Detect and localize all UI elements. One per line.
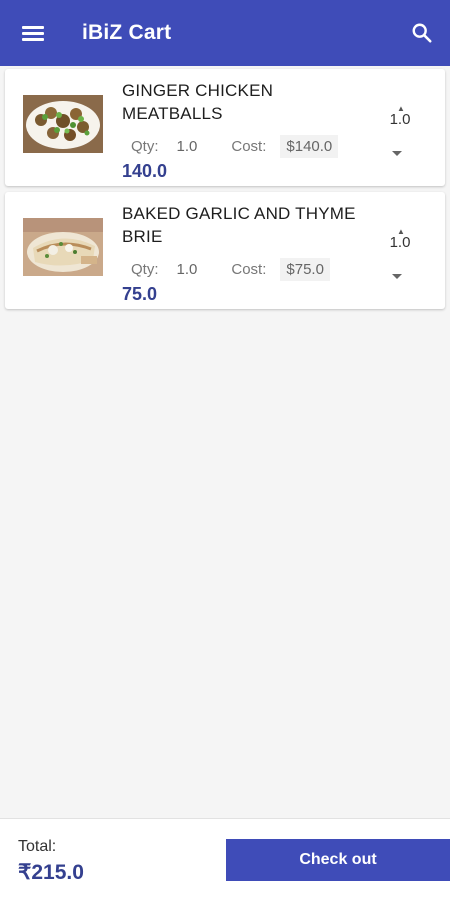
stepper-value: 1.0: [389, 111, 411, 128]
dropdown-arrow-icon[interactable]: [392, 274, 402, 279]
search-icon: [412, 23, 432, 43]
checkout-button[interactable]: Check out: [226, 839, 450, 881]
item-meta: Qty: 1.0 Cost: $75.0: [122, 256, 330, 282]
cost-label: Cost:: [231, 260, 267, 278]
item-image: [23, 218, 103, 276]
menu-button[interactable]: [0, 0, 66, 66]
item-meta: Qty: 1.0 Cost: $140.0: [122, 133, 339, 159]
total-label: Total:: [18, 838, 57, 855]
cost-label: Cost:: [231, 137, 267, 155]
menu-icon: [22, 23, 44, 44]
search-button[interactable]: [406, 17, 438, 49]
stepper-value: 1.0: [389, 234, 411, 251]
app-title: iBiZ Cart: [82, 21, 172, 44]
checkout-bar: Total: ₹215.0 Check out: [0, 818, 450, 900]
cost-value: $75.0: [280, 257, 330, 281]
app-bar: iBiZ Cart: [0, 0, 450, 66]
item-name: GINGER CHICKEN MEATBALLS: [122, 81, 274, 123]
qty-label: Qty:: [131, 137, 159, 155]
qty-value: 1.0: [176, 137, 198, 155]
item-name: BAKED GARLIC AND THYME BRIE: [122, 204, 356, 246]
cart-item-card[interactable]: GINGER CHICKEN MEATBALLS Qty: 1.0 Cost: …: [5, 69, 445, 186]
qty-label: Qty:: [131, 260, 159, 278]
item-image: [23, 95, 103, 153]
quantity-stepper[interactable]: ▲ 1.0: [385, 228, 415, 286]
item-total: 75.0: [122, 284, 158, 304]
cart-item-card[interactable]: BAKED GARLIC AND THYME BRIE Qty: 1.0 Cos…: [5, 192, 445, 309]
total-value: ₹215.0: [18, 861, 84, 884]
dropdown-arrow-icon[interactable]: [392, 151, 402, 156]
item-total: 140.0: [122, 161, 168, 181]
quantity-stepper[interactable]: ▲ 1.0: [385, 105, 415, 163]
cost-value: $140.0: [280, 134, 339, 158]
qty-value: 1.0: [176, 260, 198, 278]
